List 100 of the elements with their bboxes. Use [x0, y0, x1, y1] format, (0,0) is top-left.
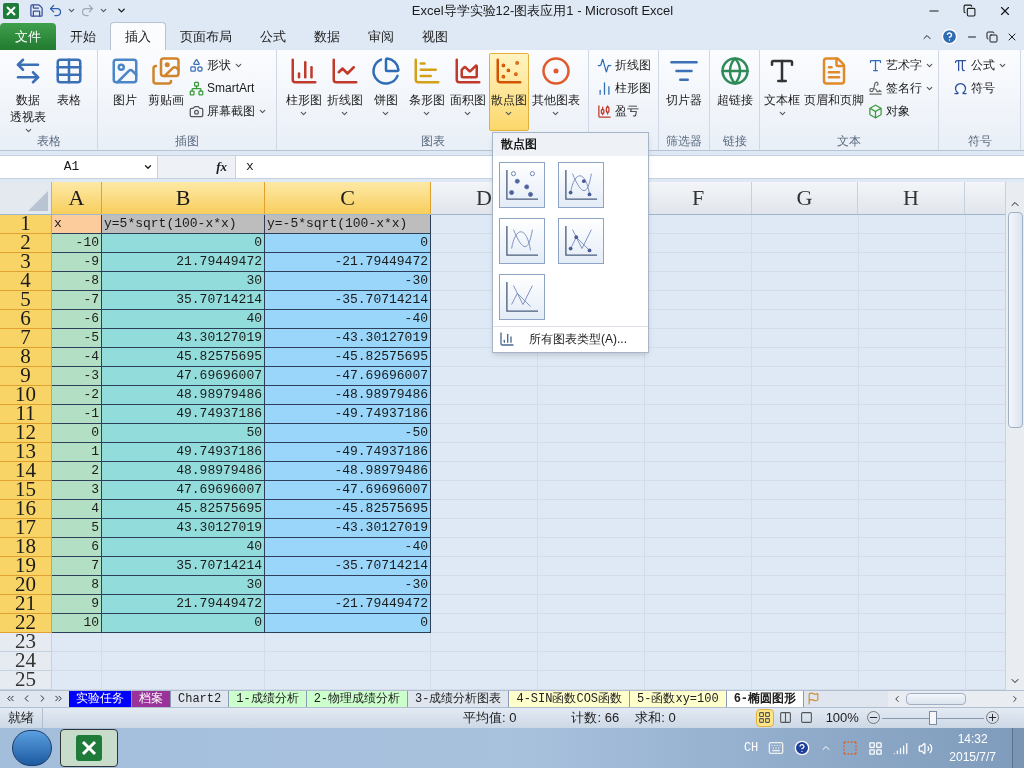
scatter-plot-icon	[504, 279, 540, 314]
column-header[interactable]: C	[265, 181, 431, 214]
sheet-tab[interactable]: 5-函数xy=100	[630, 690, 727, 707]
group-label: 图表	[420, 133, 445, 151]
restore-icon[interactable]	[963, 4, 976, 18]
ribbon-button[interactable]: 数据 透视表	[8, 53, 48, 132]
ribbon-button[interactable]: 其他图表	[529, 53, 582, 132]
status-sum: 求和: 0	[635, 709, 676, 728]
menu-title: 散点图	[501, 136, 537, 154]
ribbon-button[interactable]: 切片器	[664, 53, 704, 132]
column-header[interactable]: B	[102, 181, 265, 214]
column-header[interactable]: H	[858, 181, 965, 214]
chart-type-button[interactable]	[499, 273, 545, 320]
line-sparkline-icon	[596, 57, 612, 73]
shapes-icon	[189, 57, 204, 73]
ribbon-button[interactable]: 对象	[866, 100, 936, 123]
excel-logo-icon	[76, 735, 102, 761]
status-average: 平均值: 0	[463, 709, 517, 728]
sheet-tab[interactable]: 6-椭圆图形	[726, 690, 805, 707]
group-label: 表格	[36, 133, 61, 151]
ribbon-button[interactable]: 屏幕截图	[187, 100, 269, 123]
chart-icon	[499, 331, 515, 348]
ribbon-button[interactable]: 饼图	[365, 53, 406, 132]
undo-icon[interactable]	[48, 3, 63, 19]
start-button[interactable]	[12, 730, 52, 766]
screenshot-icon	[189, 103, 204, 119]
window-title: Excel导学实验12-图表应用1 - Microsoft Excel	[410, 1, 675, 20]
ribbon-button[interactable]: 形状	[187, 54, 269, 77]
formula-field[interactable]: x	[236, 156, 1024, 178]
vertical-scrollbar[interactable]	[1005, 181, 1024, 690]
object-icon	[868, 103, 883, 119]
globe-icon	[719, 56, 750, 87]
ribbon-tab[interactable]: 审阅	[354, 22, 408, 51]
omega-icon	[952, 80, 968, 96]
ribbon-button[interactable]: 柱形图	[283, 53, 324, 132]
status-count: 计数: 66	[571, 709, 620, 728]
ribbon-button[interactable]: 折线图	[324, 53, 365, 132]
ribbon-button[interactable]: 条形图	[406, 53, 447, 132]
ribbon-button[interactable]: 页眉和页脚	[803, 53, 865, 132]
ribbon-tab[interactable]: 公式	[246, 22, 300, 51]
group-label: 文本	[837, 133, 861, 151]
ribbon-tab[interactable]: 开始	[56, 22, 110, 51]
scatter-plot-icon	[504, 167, 540, 202]
ribbon-tab[interactable]: 页面布局	[166, 22, 246, 51]
save-icon[interactable]	[29, 3, 44, 19]
ribbon-tab[interactable]: 视图	[408, 22, 462, 51]
ribbon-button[interactable]: 面积图	[447, 53, 488, 132]
taskbar-button[interactable]	[60, 729, 118, 767]
chart-type-button[interactable]	[499, 217, 545, 264]
file-tab[interactable]: 文件	[0, 23, 56, 51]
ribbon-button[interactable]: 折线图	[594, 54, 653, 77]
ribbon-button[interactable]: 公式	[950, 54, 1009, 77]
help-icon[interactable]	[941, 28, 958, 46]
ribbon-button[interactable]: 符号	[950, 77, 1009, 100]
menu-item[interactable]: 所有图表类型(A)...	[521, 326, 635, 352]
sheet-tab[interactable]: 实验任务	[69, 690, 132, 707]
zoom-level: 100%	[825, 709, 859, 728]
zoom-slider[interactable]	[881, 710, 984, 725]
ribbon-button[interactable]: 剪贴画	[146, 53, 186, 132]
ribbon-button[interactable]: 艺术字	[866, 54, 936, 77]
horizontal-scrollbar[interactable]	[888, 690, 1024, 707]
excel-logo-icon	[3, 2, 19, 19]
ribbon-button[interactable]: 文本框	[762, 53, 802, 132]
ribbon-button[interactable]: SmartArt	[187, 77, 269, 100]
ribbon-button[interactable]: 签名行	[866, 77, 936, 100]
ribbon-tab[interactable]: 数据	[300, 22, 354, 51]
speaker-icon[interactable]	[918, 740, 934, 756]
chart-type-button[interactable]	[557, 161, 604, 208]
triangle-icon	[28, 190, 48, 211]
ribbon-tab[interactable]: 插入	[110, 22, 166, 51]
restore-icon[interactable]	[986, 30, 998, 43]
sheet-insert-icon[interactable]	[807, 692, 821, 706]
chart-type-button[interactable]	[499, 161, 545, 208]
ribbon-button[interactable]: 盈亏	[594, 100, 653, 123]
sheet-tab[interactable]: 1-成绩分析	[229, 690, 307, 707]
column-header[interactable]: A	[52, 181, 102, 214]
sheet-tab[interactable]: 档案	[132, 690, 171, 707]
pi-icon	[952, 57, 968, 73]
insert-function-button[interactable]: fx	[216, 157, 227, 177]
chart-type-button[interactable]	[557, 217, 604, 264]
scatter-plot-icon	[504, 223, 540, 258]
ribbon-button[interactable]: 图片	[105, 53, 145, 132]
ribbon-button[interactable]: 表格	[49, 53, 89, 132]
status-text: 就绪	[0, 708, 43, 728]
help-icon[interactable]	[794, 740, 811, 756]
sheet-tab[interactable]: 4-SIN函数COS函数	[509, 690, 631, 707]
ribbon-button[interactable]: 散点图	[488, 53, 529, 132]
signature-icon	[868, 80, 883, 96]
group-label: 筛选器	[666, 133, 702, 151]
column-header[interactable]: G	[752, 181, 858, 214]
clip-art-icon	[151, 56, 181, 87]
ribbon-button[interactable]: 超链接	[714, 53, 755, 132]
view-button[interactable]	[755, 708, 774, 727]
scatter-plot-icon	[562, 167, 599, 202]
pie-chart-icon	[370, 56, 401, 87]
ribbon-button[interactable]: 柱形图	[594, 77, 653, 100]
sheet-tab[interactable]: 2-物理成绩分析	[306, 690, 409, 707]
windows-icon[interactable]	[868, 740, 884, 756]
signal-icon[interactable]	[893, 740, 909, 756]
group-label: 符号	[967, 133, 992, 151]
